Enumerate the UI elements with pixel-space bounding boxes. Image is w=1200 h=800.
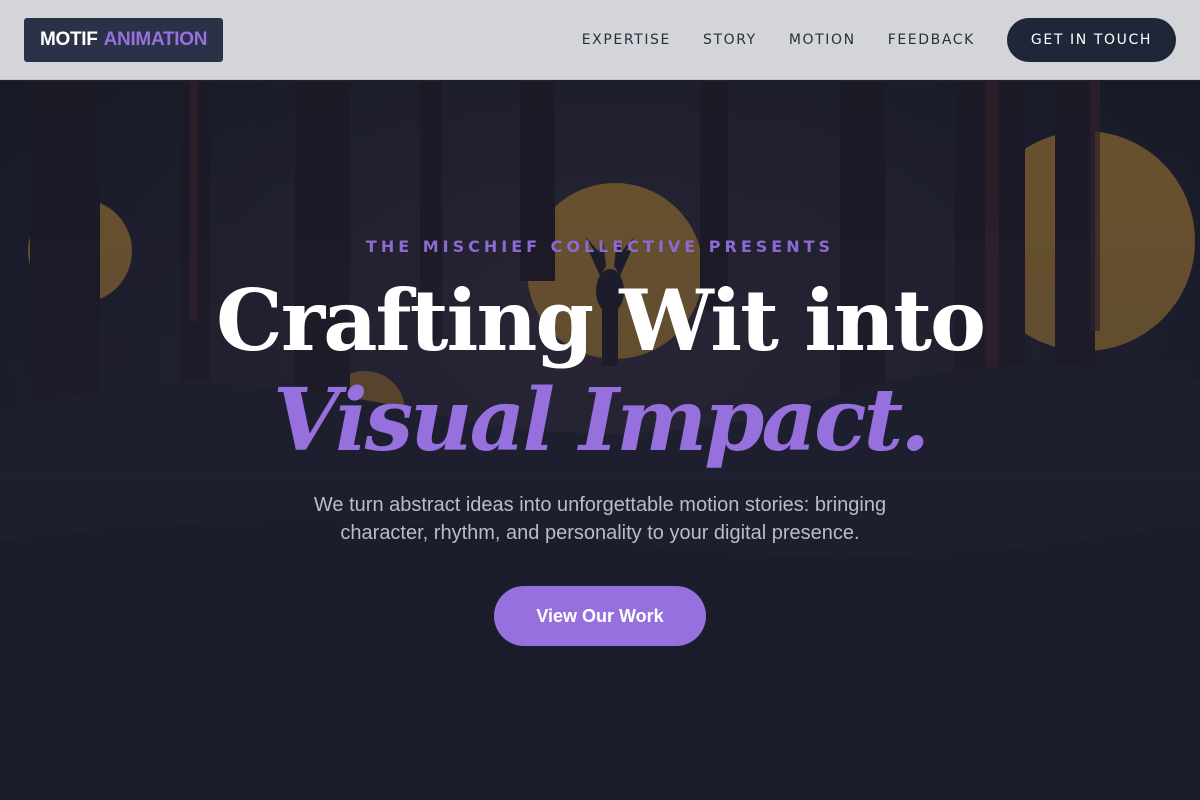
- nav-link-motion[interactable]: MOTION: [789, 32, 856, 48]
- hero-eyebrow: THE MISCHIEF COLLECTIVE PRESENTS: [365, 237, 835, 256]
- hero-subtitle: We turn abstract ideas into unforgettabl…: [270, 491, 930, 547]
- main-nav: EXPERTISE STORY MOTION FEEDBACK GET IN T…: [582, 17, 1176, 62]
- site-header: MOTIF ANIMATION EXPERTISE STORY MOTION F…: [0, 0, 1200, 80]
- hero-subtitle-line2: character, rhythm, and personality to yo…: [340, 522, 860, 544]
- hero-headline-line1: Crafting Wit into: [215, 271, 986, 370]
- get-in-touch-button[interactable]: GET IN TOUCH: [1006, 17, 1176, 62]
- hero-section: THE MISCHIEF COLLECTIVE PRESENTS Craftin…: [0, 81, 1200, 800]
- hero-content: THE MISCHIEF COLLECTIVE PRESENTS Craftin…: [0, 81, 1200, 800]
- hero-subtitle-line1: We turn abstract ideas into unforgettabl…: [313, 494, 887, 516]
- logo-word-animation: ANIMATION: [103, 28, 208, 50]
- logo[interactable]: MOTIF ANIMATION: [24, 17, 224, 62]
- nav-link-feedback[interactable]: FEEDBACK: [888, 32, 975, 48]
- nav-link-expertise[interactable]: EXPERTISE: [582, 32, 671, 48]
- nav-link-story[interactable]: STORY: [703, 32, 757, 48]
- view-our-work-button[interactable]: View Our Work: [494, 586, 706, 646]
- hero-headline-line2: Visual Impact.: [272, 370, 930, 471]
- logo-word-motif: MOTIF: [40, 28, 98, 50]
